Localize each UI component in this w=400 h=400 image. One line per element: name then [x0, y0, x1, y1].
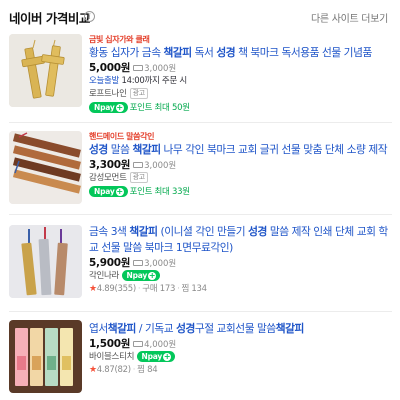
review-count: (355) — [114, 284, 137, 294]
ad-badge: 광고 — [129, 88, 148, 99]
postcard-bookmark-image — [9, 320, 82, 393]
truck-icon — [133, 260, 144, 266]
delivery-info: 오늘출발 14:00까지 주문 시 — [89, 76, 187, 86]
naver-pay-badge: Npay + — [89, 102, 128, 113]
store-name[interactable]: 로프트나인 광고 — [89, 88, 392, 101]
review-count: (82) — [114, 365, 132, 375]
shipping-fee: 3,000원 — [133, 64, 176, 74]
section-header: 네이버 가격비교 i 다른 사이트 더보기 — [0, 0, 400, 30]
review-meta: ★4.89(355) · 구매 173 · 찜 134 — [89, 284, 207, 294]
product-item[interactable]: 금빛 십자가와 클래 황동 십자가 금속 책갈피 독서 성경 책 북마크 독서용… — [0, 32, 400, 118]
truck-icon — [133, 65, 144, 71]
store-name[interactable]: 감성모먼트 광고 — [89, 172, 392, 185]
info-icon[interactable]: i — [84, 11, 95, 22]
cross-bookmark-image — [9, 34, 82, 107]
product-title[interactable]: 금속 3색 책갈피 (이니셜 각인 만들기 성경 말씀 제작 인쇄 단체 교회 … — [89, 224, 392, 256]
naver-pay-badge: Npay + — [136, 351, 176, 362]
product-thumbnail[interactable] — [9, 131, 82, 204]
divider — [9, 214, 392, 215]
product-thumbnail[interactable] — [9, 320, 82, 393]
star-icon: ★ — [89, 365, 97, 375]
point-info: 포인트 최대 33원 — [129, 187, 190, 197]
product-title[interactable]: 엽서책갈피 / 기독교 성경구절 교회선물 말씀책갈피 — [89, 321, 392, 337]
divider — [9, 122, 392, 123]
more-sites-link[interactable]: 다른 사이트 더보기 — [311, 10, 388, 25]
section-title: 네이버 가격비교 — [9, 11, 90, 26]
product-price: 1,500원 — [89, 338, 131, 350]
ad-badge: 광고 — [129, 172, 148, 183]
promo-label: 핸드메이드 말씀각인 — [89, 132, 155, 141]
star-icon: ★ — [89, 284, 97, 294]
promo-label: 금빛 십자가와 클래 — [89, 35, 150, 44]
divider — [9, 311, 392, 312]
shipping-fee: 4,000원 — [133, 340, 176, 350]
product-price: 3,300원 — [89, 159, 131, 171]
shipping-fee: 3,000원 — [133, 259, 176, 269]
product-price: 5,900원 — [89, 257, 131, 269]
naver-pay-badge: Npay + — [121, 270, 161, 281]
product-item[interactable]: 핸드메이드 말씀각인 성경 말씀 책갈피 나무 각인 북마크 교회 글귀 선물 … — [0, 128, 400, 208]
rating: 4.87 — [96, 365, 115, 375]
rating: 4.89 — [96, 284, 115, 294]
wood-bookmark-image — [9, 131, 82, 204]
shipping-fee: 3,000원 — [133, 161, 176, 171]
product-title[interactable]: 황동 십자가 금속 책갈피 독서 성경 책 북마크 독서용품 선물 기념품 — [89, 45, 392, 61]
save-count: 찜 134 — [181, 284, 207, 294]
save-count: 찜 84 — [137, 365, 158, 375]
product-price: 5,000원 — [89, 62, 131, 74]
truck-icon — [133, 341, 144, 347]
store-name[interactable]: 각인나라 Npay + — [89, 270, 392, 283]
product-thumbnail[interactable] — [9, 34, 82, 107]
store-name[interactable]: 바이블스티치 Npay + — [89, 351, 392, 364]
metal-bookmark-image — [9, 225, 82, 298]
review-meta: ★4.87(82) · 찜 84 — [89, 365, 158, 375]
truck-icon — [133, 162, 144, 168]
product-item[interactable]: 금속 3색 책갈피 (이니셜 각인 만들기 성경 말씀 제작 인쇄 단체 교회 … — [0, 222, 400, 300]
purchase-count: 구매 173 — [142, 284, 176, 294]
product-item[interactable]: 엽서책갈피 / 기독교 성경구절 교회선물 말씀책갈피 1,500원 4,000원… — [0, 318, 400, 400]
naver-pay-badge: Npay + — [89, 186, 128, 197]
point-info: 포인트 최대 50원 — [129, 103, 190, 113]
product-thumbnail[interactable] — [9, 225, 82, 298]
product-title[interactable]: 성경 말씀 책갈피 나무 각인 북마크 교회 글귀 선물 맞춤 단체 소량 제작 — [89, 142, 392, 158]
